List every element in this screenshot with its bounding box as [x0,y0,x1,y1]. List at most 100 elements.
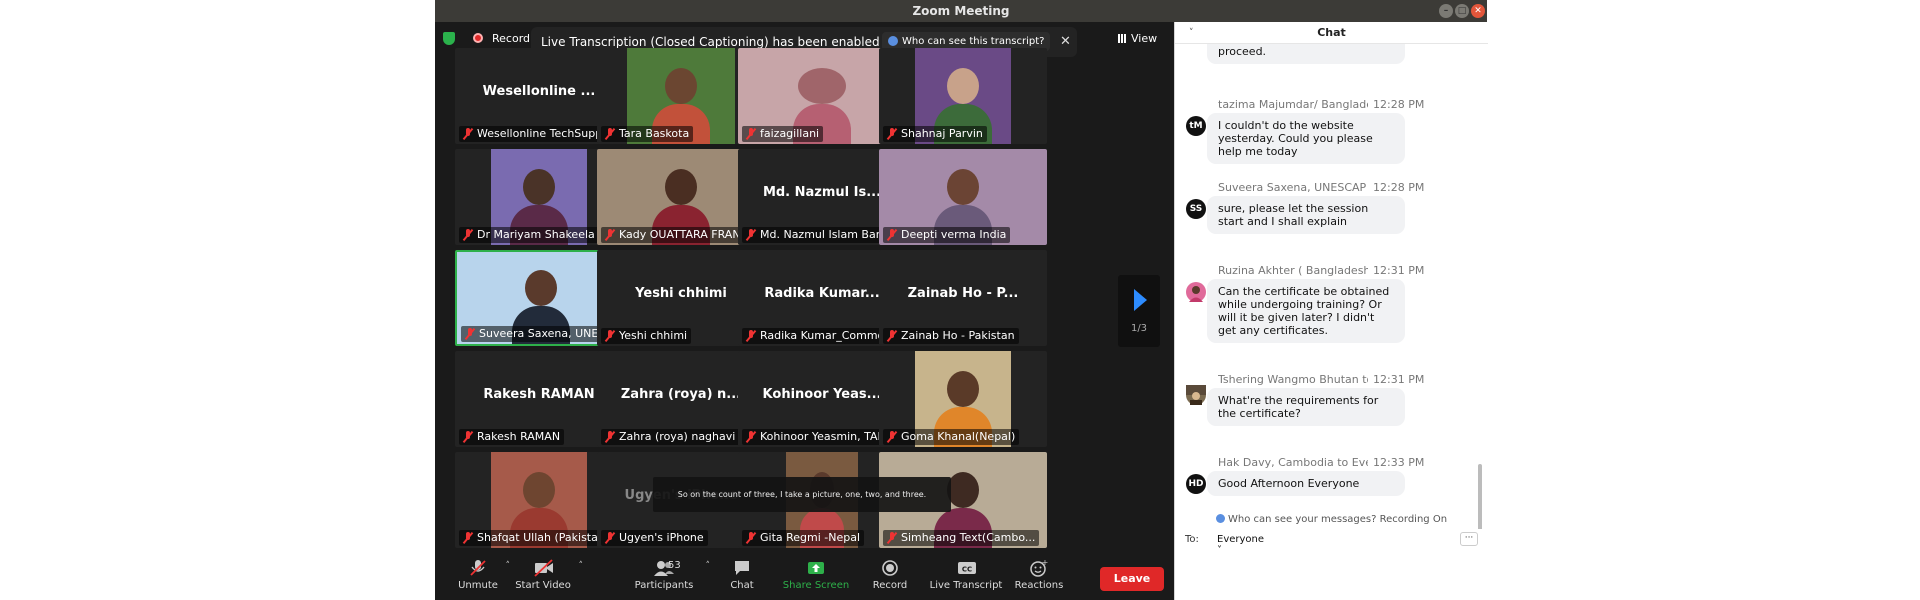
live-transcript-label: Live Transcript [929,580,1003,591]
tile-name-label: Radika Kumar_Commo... [742,328,899,344]
security-shield-icon[interactable] [443,32,455,45]
chat-message-list[interactable]: proceed. tazima Majumdar/ Banglade... 12… [1175,44,1488,529]
live-caption: So on the count of three, I take a pictu… [653,477,951,512]
message-text: sure, please let the session start and I… [1218,202,1369,228]
avatar [1186,282,1206,302]
participant-tile[interactable]: Zainab Ho - P... Zainab Ho - Pakistan [879,250,1047,346]
tile-name-label: Md. Nazmul Islam Ban... [742,227,898,243]
avatar [1186,385,1206,405]
view-button[interactable]: View [1118,32,1157,45]
muted-mic-icon [887,128,897,140]
tile-name-label: Goma Khanal(Nepal) [883,429,1020,445]
message-text: I couldn't do the website yesterday. Cou… [1218,119,1373,158]
muted-mic-icon [605,532,615,544]
video-gallery: Recording Live Transcription (Closed Cap… [435,22,1174,557]
message-bubble: What're the requirements for the certifi… [1207,388,1405,426]
record-icon [881,559,899,577]
message-text: Good Afternoon Everyone [1218,477,1360,490]
svg-text:CC: CC [962,566,972,574]
who-can-see-label: Who can see your messages? Recording On [1227,514,1448,525]
tile-name-label: Shahnaj Parvin [883,126,987,142]
muted-mic-icon [887,330,897,342]
meeting-toolbar: Unmute ˄ Start Video ˄ 53 Participants ˄… [435,557,1174,600]
message-time: 12:28 PM [1373,98,1425,111]
tile-name-label: Dr Mariyam Shakeela [459,227,599,243]
person-icon [1215,514,1225,523]
notice-close-icon[interactable]: ✕ [1060,34,1071,49]
participants-icon: 53 [644,559,684,577]
muted-mic-icon [746,128,756,140]
tile-name-label: Gita Regmi -Nepal [742,530,865,546]
live-transcript-button[interactable]: CC Live Transcript [928,559,1004,591]
chevron-down-icon[interactable]: ˅ [1189,22,1194,44]
muted-mic-icon [465,328,475,340]
leave-button[interactable]: Leave [1100,567,1164,591]
message-time: 12:31 PM [1373,264,1425,277]
message-sender: Tshering Wangmo Bhutan to... [1218,373,1368,386]
message-text: What're the requirements for the certifi… [1218,394,1379,420]
tile-name-label: Zainab Ho - Pakistan [883,328,1019,344]
tile-name-label: Shafqat Ullah (Pakistan) [459,530,614,546]
share-screen-button[interactable]: Share Screen [782,559,850,591]
recipient-select[interactable]: Everyone ˅ [1217,534,1264,556]
muted-mic-icon [605,128,615,140]
muted-mic-icon [469,559,487,577]
message-bubble: sure, please let the session start and I… [1207,196,1405,234]
tile-name-label: Zahra (roya) naghavi (I... [601,429,761,445]
zoom-window: Zoom Meeting – □ ✕ Recording Live Transc… [435,0,1488,600]
view-label: View [1131,32,1158,45]
muted-mic-icon [463,532,473,544]
record-label: Record [872,580,908,591]
muted-mic-icon [605,229,615,241]
chevron-up-icon[interactable]: ˄ [706,561,711,571]
participants-label: Participants [634,580,694,591]
tile-name-label: Yeshi chhimi [601,328,692,344]
muted-mic-icon [887,532,897,544]
person-icon [888,36,898,46]
muted-mic-icon [463,128,473,140]
chevron-up-icon[interactable]: ˄ [506,561,511,571]
participant-tile[interactable]: Goma Khanal(Nepal) [879,351,1047,447]
notice-link-label: Who can see this transcript? [902,36,1045,47]
message-visibility-notice[interactable]: Who can see your messages? Recording On [1175,514,1488,525]
chat-header: ˅ Chat [1175,22,1488,44]
next-page-button[interactable]: 1/3 [1118,275,1160,347]
minimize-icon[interactable]: – [1439,4,1453,18]
chat-label: Chat [730,580,754,591]
tile-name-label: Simheang Text(Cambo... [883,530,1040,546]
share-screen-icon [807,559,825,577]
grid-icon [1118,34,1127,43]
message-bubble: Can the certificate be obtained while un… [1207,279,1405,343]
chat-button[interactable]: Chat [725,559,759,591]
tile-name-label: Tara Baskota [601,126,694,142]
start-video-button[interactable]: Start Video ˄ [514,559,583,591]
participant-tile[interactable]: Deepti verma India [879,149,1047,245]
reactions-button[interactable]: + Reactions [1014,558,1064,591]
muted-mic-icon [887,431,897,443]
page-indicator: 1/3 [1130,323,1148,334]
muted-mic-icon [605,431,615,443]
message-bubble: Good Afternoon Everyone [1207,471,1405,496]
record-button[interactable]: Record [870,559,910,591]
reactions-label: Reactions [1014,580,1064,591]
message-text: Can the certificate be obtained while un… [1218,285,1390,337]
chat-title: Chat [1317,26,1346,39]
window-titlebar: Zoom Meeting – □ ✕ [435,0,1487,22]
more-options-button[interactable]: ··· [1460,532,1478,546]
emoji-icon: + [1030,558,1048,577]
muted-mic-icon [463,431,473,443]
participant-tile[interactable]: Shahnaj Parvin [879,48,1047,144]
tile-name-label: Wesellonline TechSupp... [459,126,617,142]
participants-button[interactable]: 53 Participants ˄ [632,559,710,591]
video-off-icon [534,559,553,577]
tile-display-name: Zainab Ho - P... [907,286,1019,301]
tile-name-label: Deepti verma India [883,227,1011,243]
to-label: To: [1185,534,1199,545]
chevron-up-icon[interactable]: ˄ [579,561,584,571]
muted-mic-icon [746,431,756,443]
unmute-button[interactable]: Unmute ˄ [457,559,510,591]
maximize-icon[interactable]: □ [1455,4,1469,18]
close-window-icon[interactable]: ✕ [1471,4,1485,18]
unmute-label: Unmute [458,580,498,591]
chat-message-fragment: proceed. [1175,44,1488,64]
